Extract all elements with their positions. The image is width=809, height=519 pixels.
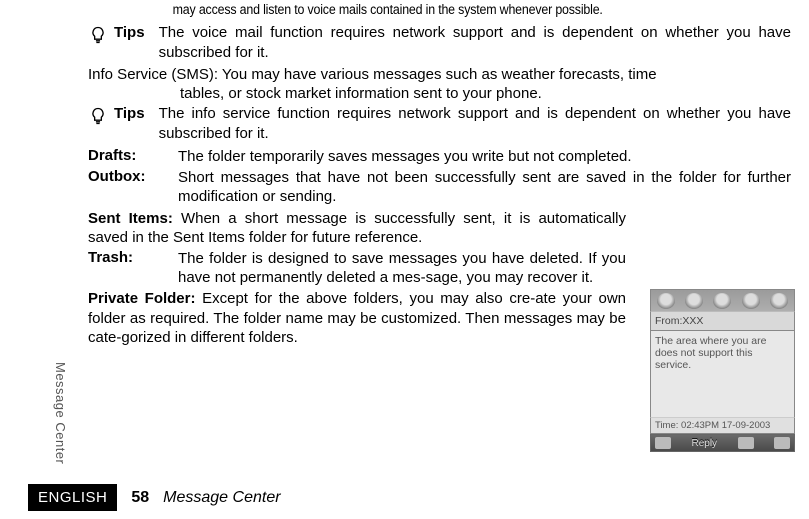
status-icon xyxy=(685,293,703,309)
tips-text-2: The info service function requires netwo… xyxy=(159,104,791,143)
drafts-term: Drafts: xyxy=(88,147,178,164)
language-badge: ENGLISH xyxy=(28,484,117,511)
phone-status-bar xyxy=(650,289,795,311)
trash-definition: Trash: The folder is designed to save me… xyxy=(88,249,791,287)
outbox-term: Outbox: xyxy=(88,168,178,185)
tips-text-1: The voice mail function requires network… xyxy=(159,23,791,62)
status-icon xyxy=(713,293,731,309)
message-body: The area where you are does not support … xyxy=(650,331,795,417)
tips-label-1: Tips xyxy=(114,23,145,41)
sent-items-term: Sent Items: xyxy=(88,210,173,227)
tips-block-2: Tips The info service function requires … xyxy=(88,104,791,143)
trash-text: The folder is designed to save messages … xyxy=(178,249,791,287)
info-service-line2: tables, or stock market information sent… xyxy=(88,85,791,102)
private-folder-term: Private Folder: xyxy=(88,290,195,307)
phone-softkey-bar: Reply xyxy=(650,434,795,452)
reply-softkey[interactable]: Reply xyxy=(691,438,717,449)
sent-items-definition: Sent Items: When a short message is succ… xyxy=(88,209,791,247)
status-icon xyxy=(770,293,788,309)
tips-block-1: Tips The voice mail function requires ne… xyxy=(88,23,791,62)
message-time: Time: 02:43PM 17-09-2003 xyxy=(650,417,795,434)
status-icon xyxy=(742,293,760,309)
tips-label-2: Tips xyxy=(114,104,145,122)
page-footer: ENGLISH 58 Message Center xyxy=(28,484,281,511)
side-section-tab: Message Center xyxy=(48,362,68,464)
softkey-right-icon[interactable] xyxy=(774,437,790,449)
lightbulb-icon xyxy=(88,106,110,126)
trash-term: Trash: xyxy=(88,249,178,266)
section-title: Message Center xyxy=(163,489,280,507)
outbox-text: Short messages that have not been succes… xyxy=(178,168,791,206)
call-icon[interactable] xyxy=(738,437,754,449)
status-icon xyxy=(657,293,675,309)
info-service-line1: Info Service (SMS): You may have various… xyxy=(88,66,791,83)
drafts-text: The folder temporarily saves messages yo… xyxy=(178,147,791,166)
outbox-definition: Outbox: Short messages that have not bee… xyxy=(88,168,791,206)
softkey-left-icon[interactable] xyxy=(655,437,671,449)
drafts-definition: Drafts: The folder temporarily saves mes… xyxy=(88,147,791,166)
lightbulb-icon xyxy=(88,25,110,45)
intro-tail-line: may access and listen to voice mails con… xyxy=(88,2,735,17)
page-number: 58 xyxy=(131,489,149,507)
message-from-field: From:XXX xyxy=(650,311,795,331)
phone-message-preview: From:XXX The area where you are does not… xyxy=(650,289,795,452)
